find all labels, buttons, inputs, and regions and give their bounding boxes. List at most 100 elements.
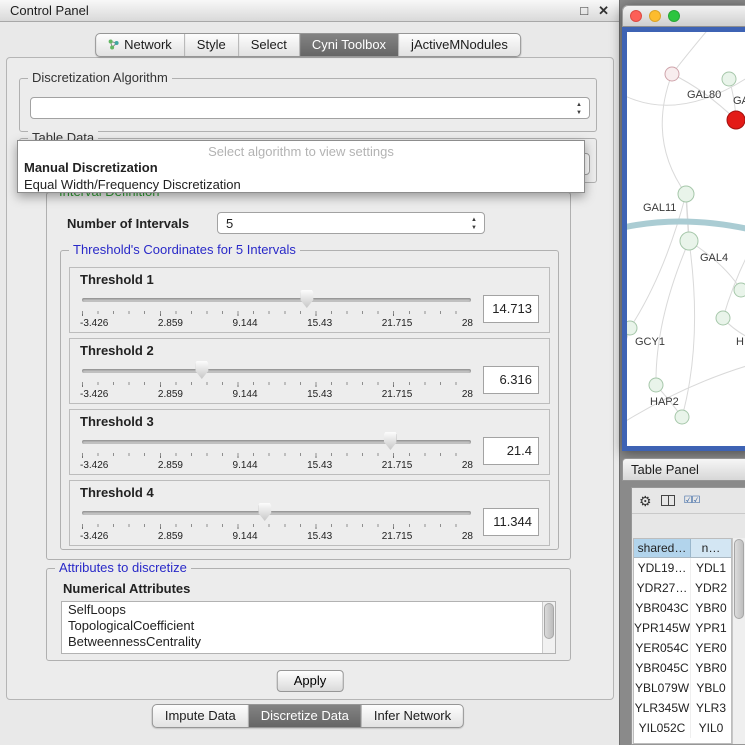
table-row[interactable]: YIL052CYIL0 bbox=[634, 718, 731, 738]
threshold-value-box[interactable]: 6.316 bbox=[483, 366, 539, 394]
threshold-value-box[interactable]: 21.4 bbox=[483, 437, 539, 465]
table-scrollbar[interactable] bbox=[732, 538, 745, 744]
network-edge[interactable] bbox=[689, 241, 741, 290]
slider-track[interactable] bbox=[82, 369, 471, 373]
table-cell: YBL0 bbox=[691, 678, 731, 698]
threshold-value-box[interactable]: 11.344 bbox=[483, 508, 539, 536]
tab-label: Style bbox=[197, 37, 226, 52]
gear-icon[interactable]: ⚙ bbox=[639, 494, 652, 508]
numerical-attribute-item[interactable]: SelfLoops bbox=[62, 602, 555, 618]
threshold-slider[interactable]: -3.4262.8599.14415.4321.71528 bbox=[80, 288, 473, 332]
list-scrollbar[interactable] bbox=[542, 602, 555, 653]
float-window-icon[interactable]: □ bbox=[580, 4, 588, 17]
slider-thumb[interactable] bbox=[195, 361, 208, 379]
bottom-tab-impute-data[interactable]: Impute Data bbox=[153, 705, 249, 727]
slider-tick-label: 28 bbox=[462, 318, 473, 329]
network-node[interactable] bbox=[722, 72, 736, 86]
table-row[interactable]: YBR043CYBR0 bbox=[634, 598, 731, 618]
slider-tick-label: 21.715 bbox=[382, 531, 413, 542]
network-canvas[interactable]: GAL80GAGAL11GAL4GCY1HHAP2 bbox=[622, 27, 745, 451]
node-label: H bbox=[736, 336, 744, 348]
slider-tick-label: 21.715 bbox=[382, 318, 413, 329]
threshold-panel-2: Threshold 2 -3.4262.8599.14415.4321.7152… bbox=[69, 338, 550, 404]
close-traffic-icon[interactable] bbox=[630, 10, 642, 22]
threshold-label: Threshold 3 bbox=[80, 414, 539, 429]
close-icon[interactable]: ✕ bbox=[598, 4, 609, 17]
table-row[interactable]: YBR045CYBR0 bbox=[634, 658, 731, 678]
slider-track[interactable] bbox=[82, 298, 471, 302]
apply-button[interactable]: Apply bbox=[277, 670, 344, 692]
algorithm-option[interactable]: Equal Width/Frequency Discretization bbox=[18, 176, 584, 193]
algorithm-select[interactable] bbox=[30, 97, 590, 119]
tab-cyni-toolbox[interactable]: Cyni Toolbox bbox=[300, 34, 399, 56]
network-edge[interactable] bbox=[627, 221, 745, 230]
slider-tick-label: 9.144 bbox=[233, 531, 258, 542]
tab-jactivemnodules[interactable]: jActiveMNodules bbox=[399, 34, 520, 56]
network-edge[interactable] bbox=[662, 74, 686, 194]
table-cell: YDL19… bbox=[634, 558, 691, 578]
numerical-attributes-listbox[interactable]: SelfLoopsTopologicalCoefficientBetweenne… bbox=[61, 601, 556, 654]
minimize-traffic-icon[interactable] bbox=[649, 10, 661, 22]
numerical-attribute-item[interactable]: TopologicalCoefficient bbox=[62, 618, 555, 634]
network-node[interactable] bbox=[649, 378, 663, 392]
table-row[interactable]: YER054CYER0 bbox=[634, 638, 731, 658]
node-label: HAP2 bbox=[650, 396, 679, 408]
show-columns-icon[interactable] bbox=[661, 495, 675, 506]
tab-network[interactable]: Network bbox=[96, 34, 185, 56]
tab-select[interactable]: Select bbox=[239, 34, 300, 56]
column-header[interactable]: n… bbox=[691, 539, 731, 557]
select-columns-icon[interactable]: ☑☑ bbox=[684, 495, 700, 506]
tab-style[interactable]: Style bbox=[185, 34, 239, 56]
column-header[interactable]: shared… bbox=[634, 539, 691, 557]
table-row[interactable]: YDL19…YDL1 bbox=[634, 558, 731, 578]
slider-thumb[interactable] bbox=[258, 503, 271, 521]
bottom-tab-infer-network[interactable]: Infer Network bbox=[362, 705, 463, 727]
network-node[interactable] bbox=[734, 283, 745, 297]
table-row[interactable]: YLR345WYLR3 bbox=[634, 698, 731, 718]
network-edge[interactable] bbox=[672, 32, 711, 74]
slider-ticks-icon bbox=[82, 382, 471, 387]
bottom-tab-discretize-data[interactable]: Discretize Data bbox=[249, 705, 362, 727]
network-node[interactable] bbox=[627, 321, 637, 335]
threshold-label: Threshold 2 bbox=[80, 343, 539, 358]
list-scrollbar-thumb[interactable] bbox=[544, 603, 554, 639]
network-node[interactable] bbox=[678, 186, 694, 202]
table-row[interactable]: YPR145WYPR1 bbox=[634, 618, 731, 638]
tab-label: Impute Data bbox=[165, 708, 236, 723]
algorithm-popup-placeholder: Select algorithm to view settings bbox=[18, 141, 584, 159]
zoom-traffic-icon[interactable] bbox=[668, 10, 680, 22]
network-node[interactable] bbox=[675, 410, 689, 424]
number-of-intervals-select[interactable]: 5 bbox=[217, 212, 485, 234]
control-panel-title: Control Panel bbox=[10, 3, 89, 18]
attributes-to-discretize-group: Attributes to discretize Numerical Attri… bbox=[46, 568, 571, 661]
slider-tick-label: 28 bbox=[462, 460, 473, 471]
network-edge[interactable] bbox=[682, 241, 695, 417]
slider-thumb[interactable] bbox=[384, 432, 397, 450]
slider-thumb[interactable] bbox=[300, 290, 313, 308]
tab-label: Network bbox=[124, 37, 172, 52]
network-node[interactable] bbox=[727, 111, 745, 129]
threshold-slider[interactable]: -3.4262.8599.14415.4321.71528 bbox=[80, 430, 473, 474]
control-panel-titlebar[interactable]: Control Panel □ ✕ bbox=[0, 0, 619, 22]
network-node[interactable] bbox=[680, 232, 698, 250]
table-row[interactable]: YDR27…YDR2 bbox=[634, 578, 731, 598]
network-edge[interactable] bbox=[656, 241, 689, 385]
threshold-value-box[interactable]: 14.713 bbox=[483, 295, 539, 323]
slider-track[interactable] bbox=[82, 440, 471, 444]
threshold-slider[interactable]: -3.4262.8599.14415.4321.71528 bbox=[80, 501, 473, 545]
table-row[interactable]: YBL079WYBL0 bbox=[634, 678, 731, 698]
network-node[interactable] bbox=[716, 311, 730, 325]
threshold-slider[interactable]: -3.4262.8599.14415.4321.71528 bbox=[80, 359, 473, 403]
cyni-toolbox-panel: Discretization Algorithm Select algorith… bbox=[6, 57, 614, 700]
node-label: GAL11 bbox=[643, 202, 676, 214]
slider-track[interactable] bbox=[82, 511, 471, 515]
network-edge[interactable] bbox=[630, 194, 686, 328]
network-window-titlebar[interactable] bbox=[622, 5, 745, 27]
numerical-attribute-item[interactable]: BetweennessCentrality bbox=[62, 634, 555, 650]
algorithm-option[interactable]: Manual Discretization bbox=[18, 159, 584, 176]
network-graph[interactable]: GAL80GAGAL11GAL4GCY1HHAP2 bbox=[627, 32, 745, 446]
table-scrollbar-thumb[interactable] bbox=[734, 539, 744, 619]
network-node[interactable] bbox=[665, 67, 679, 81]
threshold-panel-4: Threshold 4 -3.4262.8599.14415.4321.7152… bbox=[69, 480, 550, 546]
table-panel-titlebar[interactable]: Table Panel bbox=[622, 458, 745, 481]
